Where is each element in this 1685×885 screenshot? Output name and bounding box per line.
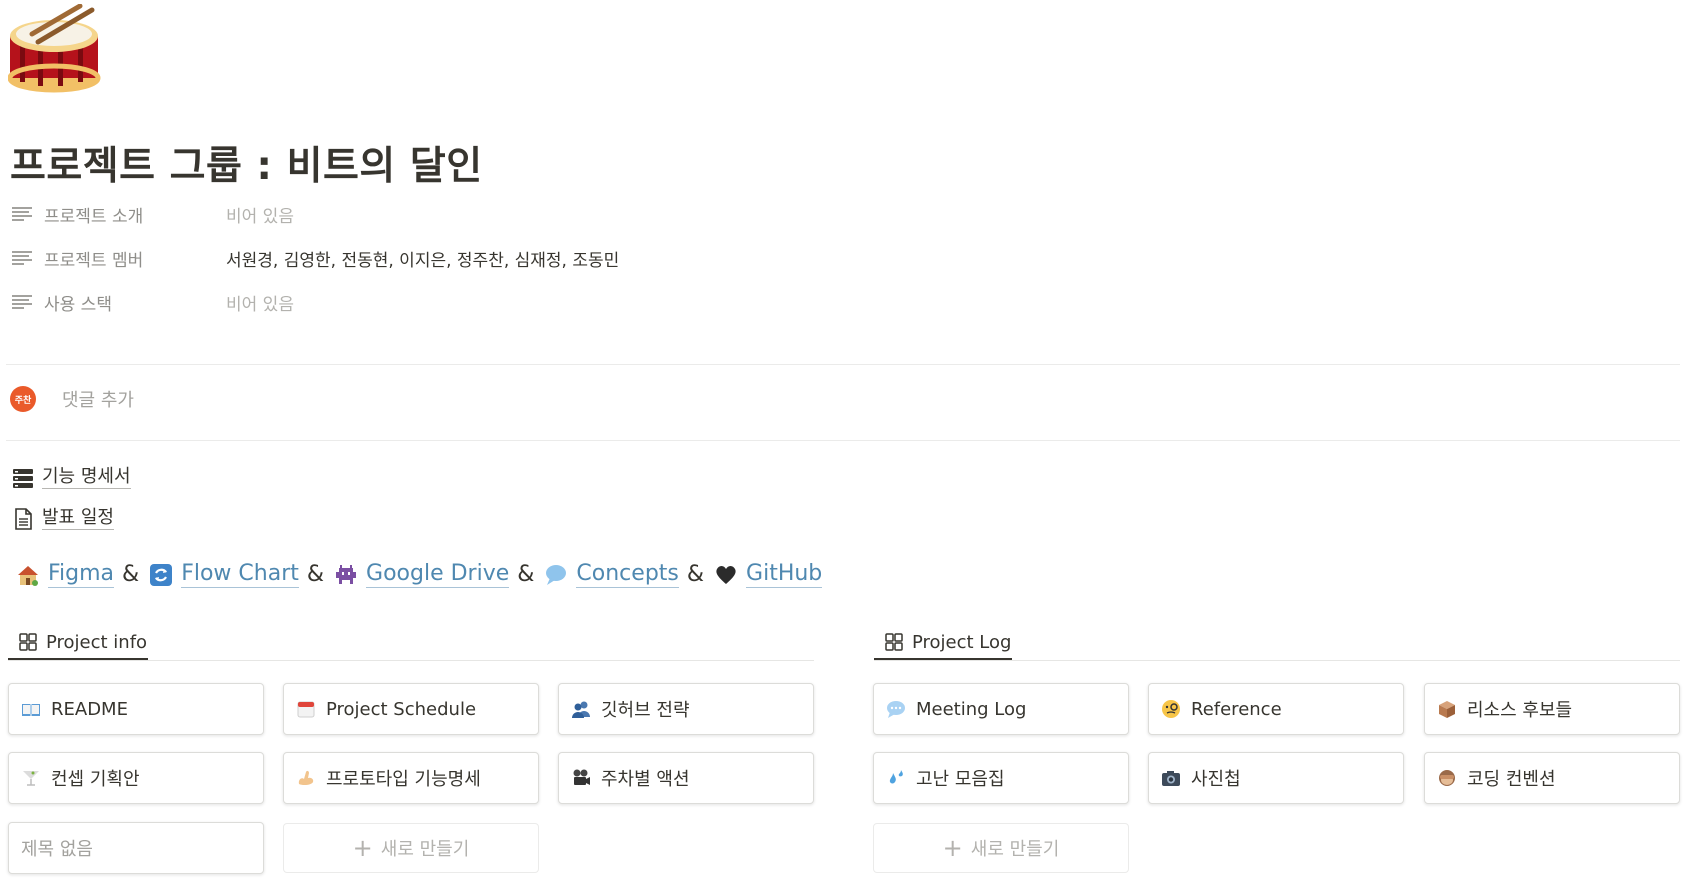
comment-row[interactable]: 주찬 댓글 추가 — [10, 386, 134, 412]
camera-icon — [1162, 771, 1180, 786]
doc-link-label[interactable]: 기능 명세서 — [42, 466, 131, 489]
link-feature-spec[interactable]: 기능 명세서 — [12, 466, 131, 489]
black-heart-icon — [716, 565, 736, 584]
monocle-face-icon — [1162, 700, 1180, 718]
property-value[interactable]: 비어 있음 — [226, 202, 294, 227]
link-concepts[interactable]: Concepts — [576, 561, 679, 588]
gallery-card-readme[interactable]: README — [8, 683, 264, 735]
people-icon — [572, 701, 590, 718]
tab-divider — [874, 660, 1680, 661]
property-name: 프로젝트 소개 — [44, 206, 144, 227]
gallery-card-prototype-spec[interactable]: 프로토타입 기능명세 — [283, 752, 539, 804]
tab-active-indicator — [874, 658, 1012, 660]
text-lines-icon — [12, 295, 32, 309]
card-title: 고난 모음집 — [916, 769, 1005, 790]
text-lines-icon — [12, 207, 32, 221]
text-lines-icon — [12, 251, 32, 265]
link-separator: & — [122, 562, 140, 587]
link-separator: & — [306, 562, 325, 587]
calendar-icon — [297, 701, 315, 718]
gallery-card-coding-convention[interactable]: 코딩 컨벤션 — [1424, 752, 1680, 804]
divider — [6, 364, 1680, 365]
gallery-grid-icon — [885, 633, 903, 651]
gallery-card-github-strategy[interactable]: 깃허브 전략 — [558, 683, 814, 735]
cocktail-icon — [23, 771, 39, 786]
package-icon — [1439, 701, 1455, 718]
card-title: README — [51, 698, 128, 720]
property-value[interactable]: 서원경, 김영한, 전동현, 이지은, 정주찬, 심재정, 조동민 — [226, 246, 619, 271]
card-title: Reference — [1191, 698, 1282, 720]
page-title[interactable]: 프로젝트 그룹 : 비트의 달인 — [10, 135, 483, 191]
new-button-label: 새로 만들기 — [970, 839, 1060, 860]
link-presentation-schedule[interactable]: 발표 일정 — [12, 507, 114, 530]
gallery-card-meeting-log[interactable]: Meeting Log — [873, 683, 1129, 735]
property-row-members[interactable]: 프로젝트 멤버 서원경, 김영한, 전동현, 이지은, 정주찬, 심재정, 조동… — [12, 242, 619, 274]
alien-monster-icon — [336, 564, 357, 584]
link-figma[interactable]: Figma — [48, 561, 115, 588]
card-title: 컨셉 기획안 — [51, 769, 140, 790]
link-google-drive[interactable]: Google Drive — [366, 561, 510, 588]
property-name: 프로젝트 멤버 — [44, 250, 144, 271]
link-flow-chart[interactable]: Flow Chart — [181, 561, 299, 588]
divider — [6, 440, 1680, 441]
gallery-card-weekly-actions[interactable]: 주차별 액션 — [558, 752, 814, 804]
sweat-droplets-icon — [889, 770, 903, 784]
gallery-card-resource-candidates[interactable]: 리소스 후보들 — [1424, 683, 1680, 735]
database-icon — [13, 468, 33, 488]
property-row-intro[interactable]: 프로젝트 소개 비어 있음 — [12, 198, 294, 230]
gallery-card-concept-plan[interactable]: 컨셉 기획안 — [8, 752, 264, 804]
comment-input[interactable]: 댓글 추가 — [62, 386, 134, 412]
card-title: 사진첩 — [1191, 769, 1241, 790]
gallery-card-untitled[interactable]: 제목 없음 — [8, 822, 264, 874]
repeat-arrows-icon — [150, 563, 173, 586]
card-title: 프로토타입 기능명세 — [326, 769, 481, 790]
tab-label: Project info — [46, 631, 148, 653]
card-title: 주차별 액션 — [601, 769, 690, 790]
open-book-icon — [22, 704, 40, 716]
gallery-card-project-schedule[interactable]: Project Schedule — [283, 683, 539, 735]
new-button-label: 새로 만들기 — [380, 839, 470, 860]
tab-active-indicator — [8, 658, 148, 660]
link-separator: & — [686, 562, 705, 587]
card-title: 깃허브 전략 — [601, 700, 690, 721]
film-camera-icon — [573, 769, 590, 785]
property-name: 사용 스택 — [44, 294, 112, 315]
doc-link-label[interactable]: 발표 일정 — [42, 507, 114, 530]
gallery-grid-icon — [19, 633, 37, 651]
speech-bubble-icon — [887, 701, 905, 718]
gallery-card-photo-album[interactable]: 사진첩 — [1148, 752, 1404, 804]
drum-icon — [8, 4, 101, 93]
property-value[interactable]: 비어 있음 — [226, 290, 294, 315]
gallery-card-hardship-collection[interactable]: 고난 모음집 — [873, 752, 1129, 804]
property-row-stack[interactable]: 사용 스택 비어 있음 — [12, 286, 294, 318]
speech-balloon-icon — [546, 564, 567, 585]
document-icon — [15, 507, 32, 530]
flexed-arm-icon — [298, 770, 314, 786]
tab-label: Project Log — [912, 631, 1012, 653]
avatar: 주찬 — [10, 386, 36, 412]
gallery-card-reference[interactable]: Reference — [1148, 683, 1404, 735]
new-card-button[interactable]: + 새로 만들기 — [283, 823, 539, 873]
card-title: 제목 없음 — [21, 839, 93, 860]
card-title: 리소스 후보들 — [1467, 700, 1573, 721]
tab-project-info[interactable]: Project info — [18, 624, 147, 660]
tab-divider — [8, 660, 814, 661]
card-title: Meeting Log — [916, 698, 1027, 720]
external-links: Figma & Flow Chart & Google Drive & Conc… — [14, 561, 823, 588]
link-github[interactable]: GitHub — [746, 561, 823, 588]
card-title: Project Schedule — [326, 698, 477, 720]
link-separator: & — [517, 562, 535, 587]
card-title: 코딩 컨벤션 — [1467, 769, 1556, 790]
tab-project-log[interactable]: Project Log — [884, 624, 1011, 660]
see-no-evil-monkey-icon — [1439, 770, 1455, 786]
new-card-button[interactable]: + 새로 만들기 — [873, 823, 1129, 873]
plus-icon: + — [942, 834, 963, 862]
house-icon — [18, 565, 38, 586]
plus-icon: + — [352, 834, 373, 862]
